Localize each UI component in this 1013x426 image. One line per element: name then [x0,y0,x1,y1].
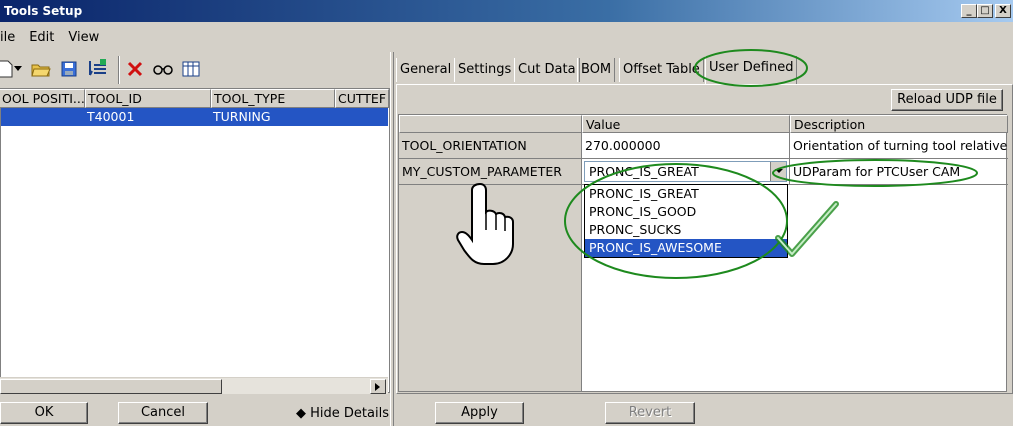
ok-button[interactable]: OK [0,402,88,424]
dropdown-option-selected[interactable]: PRONC_IS_AWESOME [585,239,787,257]
minimize-button[interactable]: _ [961,4,977,18]
tool-list-icon[interactable] [86,58,108,80]
revert-button[interactable]: Revert [605,402,695,424]
save-icon[interactable] [58,58,80,80]
glasses-icon[interactable] [152,58,174,80]
scrollbar-thumb[interactable] [0,379,222,394]
name-column-filler [399,185,582,391]
chevron-down-icon[interactable] [770,162,786,181]
scroll-right-icon[interactable] [370,379,386,394]
table-row[interactable]: T40001 TURNING [1,108,388,126]
parameter-value-dropdown: PRONC_IS_GREAT PRONC_IS_GOOD PRONC_SUCKS… [584,184,788,258]
param-description-cell: UDParam for PTCUser CAM [790,159,1008,185]
dropdown-option[interactable]: PRONC_IS_GREAT [585,185,787,203]
menu-bar: ile Edit View [0,24,1013,50]
column-header-description[interactable]: Description [790,115,1008,133]
horizontal-scrollbar[interactable] [0,377,388,394]
param-description-cell: Orientation of turning tool relative to … [790,133,1008,159]
column-header-value[interactable]: Value [582,115,790,133]
column-header-tool-id[interactable]: TOOL_ID [85,89,211,108]
tab-strip: General Settings Cut Data BOM Offset Tab… [396,56,1013,84]
hide-details-label: Hide Details [310,406,389,421]
tab-bom[interactable]: BOM [577,58,616,82]
param-value-cell[interactable]: 270.000000 [582,133,790,159]
hide-details-link[interactable]: ◆ Hide Details [296,404,389,424]
tool-type-cell: TURNING [213,109,271,124]
window-title: Tools Setup [0,0,1013,22]
tab-settings[interactable]: Settings [454,58,516,82]
param-name-cell: TOOL_ORIENTATION [399,133,582,159]
tab-general[interactable]: General [396,58,456,82]
apply-button[interactable]: Apply [435,402,524,424]
menu-file[interactable]: ile [0,25,23,51]
tab-offset-table[interactable]: Offset Table [619,58,704,82]
column-header-position[interactable]: OOL POSITI... [0,89,85,108]
dropdown-option[interactable]: PRONC_SUCKS [585,221,787,239]
close-button[interactable]: X [995,4,1011,18]
maximize-button[interactable]: □ [977,4,993,18]
combobox-value: PRONC_IS_GREAT [589,164,699,179]
cancel-button[interactable]: Cancel [118,402,208,424]
reload-udp-button[interactable]: Reload UDP file [891,89,1003,111]
tab-cut-data[interactable]: Cut Data [514,58,580,82]
dropdown-option[interactable]: PRONC_IS_GOOD [585,203,787,221]
menu-edit[interactable]: Edit [29,25,62,51]
param-name-cell: MY_CUSTOM_PARAMETER [399,159,582,185]
delete-icon[interactable] [124,58,146,80]
dropdown-arrow-icon[interactable] [12,58,24,80]
toolbar [0,52,390,86]
tool-id-cell: T40001 [87,109,135,124]
column-header-name[interactable] [399,115,582,133]
menu-view[interactable]: View [68,25,107,51]
pane-splitter[interactable] [390,52,394,426]
column-header-tool-type[interactable]: TOOL_TYPE [211,89,335,108]
tool-table: OOL POSITI... TOOL_ID TOOL_TYPE CUTTEF T… [0,88,390,393]
column-header-cutter[interactable]: CUTTEF [335,89,389,108]
parameter-value-combobox[interactable]: PRONC_IS_GREAT [584,161,787,182]
arrow-left-icon: ◆ [296,406,306,421]
open-folder-icon[interactable] [30,58,52,80]
tab-user-defined[interactable]: User Defined [705,56,798,84]
table-view-icon[interactable] [180,58,202,80]
